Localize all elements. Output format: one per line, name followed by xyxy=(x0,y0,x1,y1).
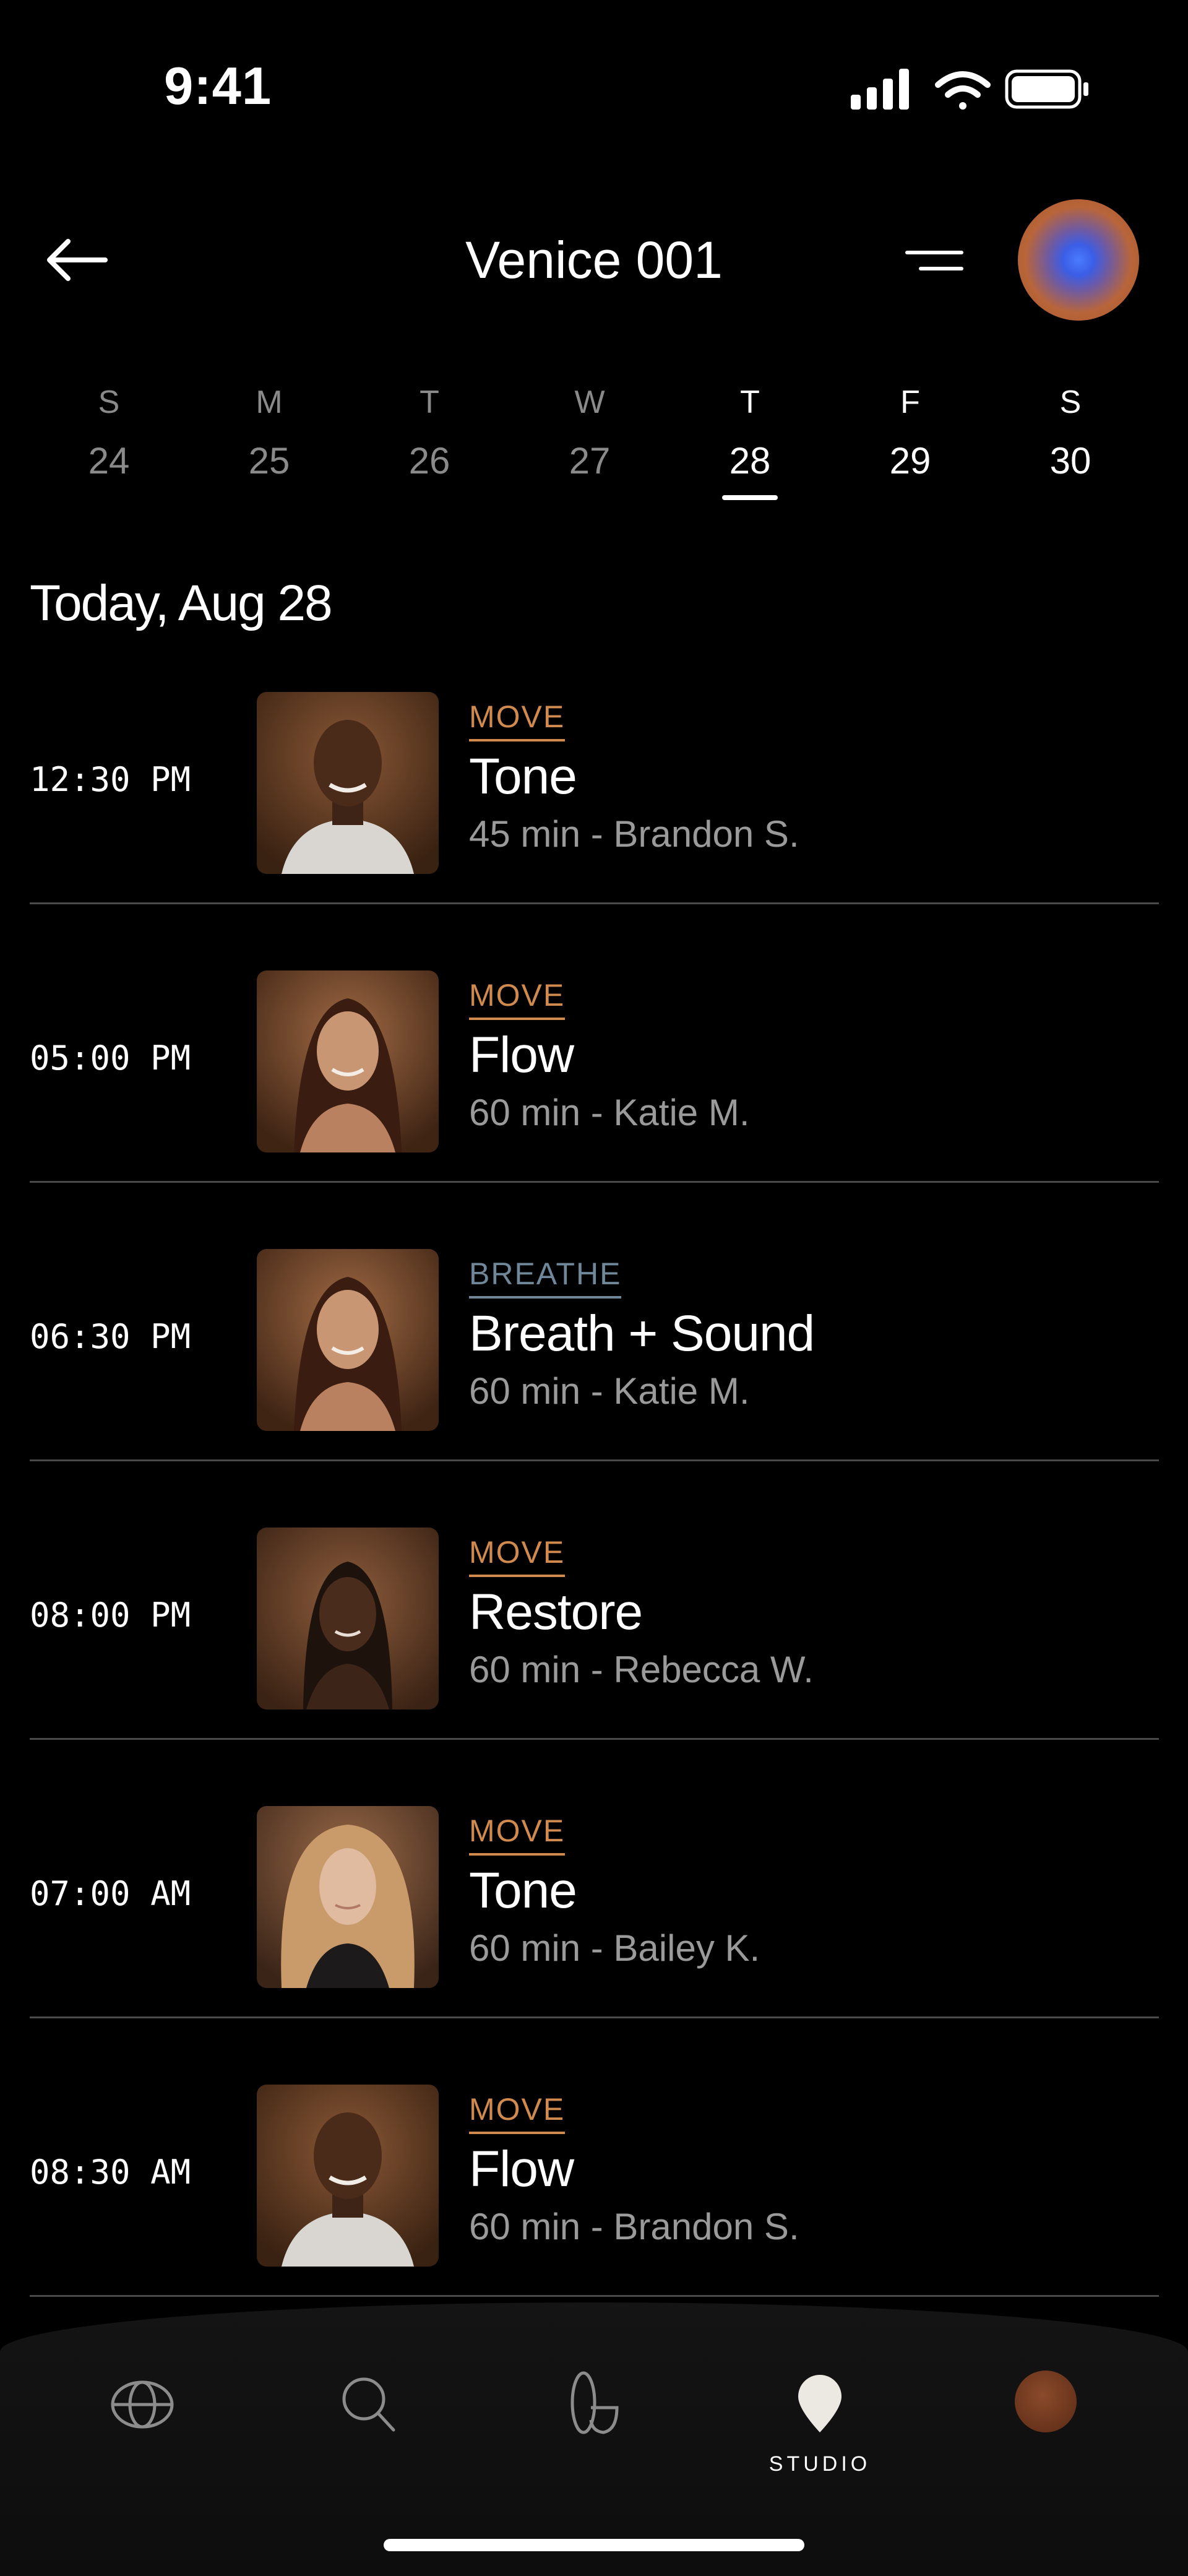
class-name: Tone xyxy=(469,1862,577,1919)
header: Venice 001 xyxy=(0,186,1188,334)
instructor-photo xyxy=(257,692,439,874)
instructor-photo xyxy=(257,2085,439,2267)
status-icons xyxy=(851,69,1088,110)
wifi-icon xyxy=(935,71,991,110)
tab-label-studio: STUDIO xyxy=(768,2452,871,2476)
class-name: Flow xyxy=(469,1027,574,1083)
day-letter: W xyxy=(574,384,605,420)
class-duration-instructor: 60 min - Katie M. xyxy=(469,1370,750,1412)
class-duration-instructor: 45 min - Brandon S. xyxy=(469,813,799,855)
instructor-photo xyxy=(257,1528,439,1709)
selected-day-indicator xyxy=(722,495,778,500)
back-arrow-icon[interactable] xyxy=(37,229,118,291)
instructor-photo xyxy=(257,1806,439,1988)
class-category-badge: BREATHE xyxy=(469,1255,622,1299)
class-time: 07:00 AM xyxy=(30,1874,191,1913)
location-pin-icon xyxy=(798,2375,842,2432)
class-time: 12:30 PM xyxy=(30,760,191,799)
tab-studio[interactable]: STUDIO xyxy=(758,2371,882,2482)
class-duration-instructor: 60 min - Rebecca W. xyxy=(469,1649,814,1690)
class-time: 05:00 PM xyxy=(30,1039,191,1078)
day-date: 26 xyxy=(408,440,450,482)
day-date: 25 xyxy=(248,440,290,482)
day-letter: S xyxy=(98,384,120,420)
cellular-signal-icon xyxy=(851,69,909,110)
search-icon xyxy=(342,2377,395,2432)
day-letter: F xyxy=(900,384,920,420)
day-letter: S xyxy=(1059,384,1082,420)
tab-body[interactable] xyxy=(532,2371,656,2482)
day-date: 24 xyxy=(88,440,130,482)
day-letter: T xyxy=(740,384,760,420)
tab-search[interactable] xyxy=(306,2371,430,2482)
class-time: 08:00 PM xyxy=(30,1596,191,1635)
class-category-badge: MOVE xyxy=(469,698,566,741)
status-time: 9:41 xyxy=(164,57,272,116)
day-date: 28 xyxy=(729,440,771,482)
instructor-photo xyxy=(257,1249,439,1431)
day-letter: T xyxy=(420,384,439,420)
day-date: 27 xyxy=(569,440,611,482)
class-category-badge: MOVE xyxy=(469,1812,566,1856)
class-duration-instructor: 60 min - Bailey K. xyxy=(469,1927,760,1969)
day-item[interactable]: F 29 xyxy=(854,371,966,514)
day-item[interactable]: W 27 xyxy=(534,371,645,514)
profile-avatar-icon xyxy=(1015,2371,1077,2432)
day-item[interactable]: T 26 xyxy=(374,371,485,514)
row-divider xyxy=(30,1181,1159,1183)
class-category-badge: MOVE xyxy=(469,977,566,1020)
class-row[interactable]: 08:00 PM MOVE Restore 60 min - Rebecca W… xyxy=(0,1516,1188,1795)
class-name: Tone xyxy=(469,748,577,805)
day-item-selected[interactable]: T 28 xyxy=(694,371,806,514)
class-category-badge: MOVE xyxy=(469,1534,566,1577)
day-letter: M xyxy=(256,384,283,420)
date-heading: Today, Aug 28 xyxy=(30,575,333,631)
tab-profile[interactable] xyxy=(984,2371,1108,2482)
class-time: 06:30 PM xyxy=(30,1317,191,1356)
class-row[interactable]: 12:30 PM MOVE Tone 45 min - Brandon S. xyxy=(0,681,1188,959)
row-divider xyxy=(30,902,1159,904)
day-date: 29 xyxy=(889,440,931,482)
class-category-badge: MOVE xyxy=(469,2091,566,2134)
class-name: Flow xyxy=(469,2141,574,2197)
day-item[interactable]: S 24 xyxy=(53,371,165,514)
day-item[interactable]: S 30 xyxy=(1015,371,1126,514)
class-duration-instructor: 60 min - Katie M. xyxy=(469,1092,750,1133)
bottom-tab-bar: STUDIO xyxy=(0,2302,1188,2576)
class-time: 08:30 AM xyxy=(30,2153,191,2192)
page-title: Venice 001 xyxy=(465,231,723,289)
row-divider xyxy=(30,1459,1159,1461)
class-row[interactable]: 06:30 PM BREATHE Breath + Sound 60 min -… xyxy=(0,1238,1188,1516)
row-divider xyxy=(30,2016,1159,2018)
row-divider xyxy=(30,1738,1159,1740)
tab-explore[interactable] xyxy=(80,2371,204,2482)
week-day-selector: S 24 M 25 T 26 W 27 T 28 F 29 S 30 xyxy=(0,371,1188,514)
battery-icon xyxy=(1005,69,1088,109)
day-date: 30 xyxy=(1049,440,1091,482)
home-indicator xyxy=(384,2539,804,2551)
filter-lines-icon[interactable] xyxy=(897,235,971,285)
class-name: Restore xyxy=(469,1584,643,1640)
globe-icon xyxy=(111,2380,174,2429)
orb-avatar-button[interactable] xyxy=(1018,199,1139,321)
day-item[interactable]: M 25 xyxy=(213,371,325,514)
instructor-photo xyxy=(257,970,439,1152)
class-row[interactable]: 05:00 PM MOVE Flow 60 min - Katie M. xyxy=(0,959,1188,1238)
class-row[interactable]: 07:00 AM MOVE Tone 60 min - Bailey K. xyxy=(0,1795,1188,2073)
body-shape-icon xyxy=(570,2371,619,2434)
class-duration-instructor: 60 min - Brandon S. xyxy=(469,2206,799,2247)
class-name: Breath + Sound xyxy=(469,1305,815,1362)
row-divider xyxy=(30,2295,1159,2297)
status-bar: 9:41 xyxy=(0,0,1188,149)
